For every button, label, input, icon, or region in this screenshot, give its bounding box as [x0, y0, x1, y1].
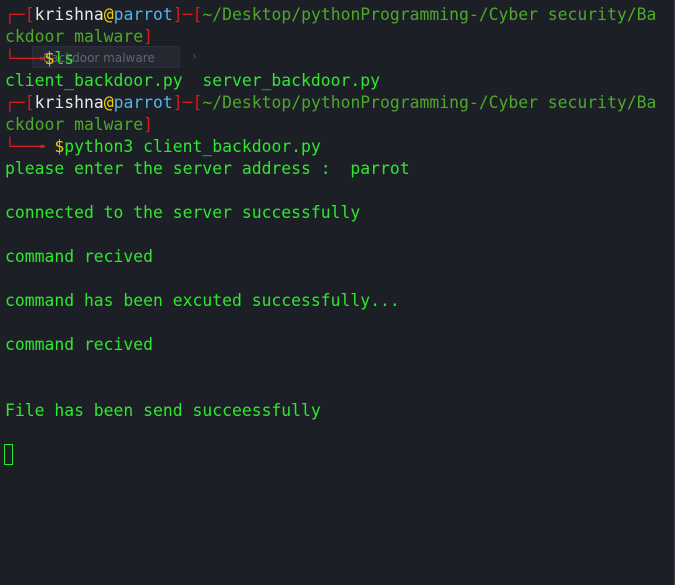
chevron-right-icon: ›: [192, 49, 197, 63]
prompt-dash: ─: [182, 5, 193, 24]
command-line-1: └──╼$ls: [5, 48, 74, 70]
prompt-path-open: [: [192, 93, 203, 112]
output-line: command has been excuted successfully...: [5, 291, 400, 310]
prompt-path: ~/Desktop/pythonProgramming-/Cyber secur…: [202, 93, 657, 112]
prompt-path-cont: ckdoor malware: [5, 115, 144, 134]
prompt-line-1: ┌─[krishna@parrot]─[~/Desktop/pythonProg…: [5, 4, 656, 26]
prompt-dollar: $: [44, 49, 55, 68]
terminal-window[interactable]: ┌─[krishna@parrot]─[~/Desktop/pythonProg…: [0, 0, 675, 585]
prompt-dollar: $: [54, 137, 65, 156]
prompt-host: parrot: [113, 5, 173, 24]
command-line-2: └──╼ $python3 client_backdoor.py: [5, 136, 321, 158]
prompt-corner: ┌─: [5, 93, 25, 112]
prompt-bracket-open: [: [24, 93, 35, 112]
prompt-dash: ─: [182, 93, 193, 112]
prompt-host: parrot: [113, 93, 173, 112]
prompt-line-2-wrap: ckdoor malware]: [5, 114, 153, 136]
terminal-cursor[interactable]: [4, 444, 13, 465]
prompt-bracket-close: ]: [172, 93, 183, 112]
prompt-path-cont: ckdoor malware: [5, 27, 144, 46]
output-line: command recived: [5, 335, 154, 354]
prompt-at: @: [103, 5, 114, 24]
prompt-path-close: ]: [143, 115, 154, 134]
prompt-line-1-wrap: ckdoor malware]: [5, 26, 153, 48]
prompt-path-close: ]: [143, 27, 154, 46]
prompt-arrow: └──╼: [5, 137, 55, 156]
command-text: python3 client_backdoor.py: [64, 137, 321, 156]
command-text: ls: [54, 49, 75, 68]
prompt-path: ~/Desktop/pythonProgramming-/Cyber secur…: [202, 5, 657, 24]
prompt-user: krishna: [34, 93, 104, 112]
prompt-line-2: ┌─[krishna@parrot]─[~/Desktop/pythonProg…: [5, 92, 656, 114]
output-line: connected to the server successfully: [5, 203, 361, 222]
output-line: File has been send succeessfully: [5, 401, 321, 420]
prompt-bracket-open: [: [24, 5, 35, 24]
prompt-at: @: [103, 93, 114, 112]
prompt-user: krishna: [34, 5, 104, 24]
prompt-corner: ┌─: [5, 5, 25, 24]
prompt-arrow: └──╼: [5, 49, 45, 68]
prompt-bracket-close: ]: [172, 5, 183, 24]
output-line: command recived: [5, 247, 154, 266]
output-line: please enter the server address : parrot: [5, 159, 410, 178]
prompt-path-open: [: [192, 5, 203, 24]
ls-output: client_backdoor.py server_backdoor.py: [5, 71, 380, 90]
